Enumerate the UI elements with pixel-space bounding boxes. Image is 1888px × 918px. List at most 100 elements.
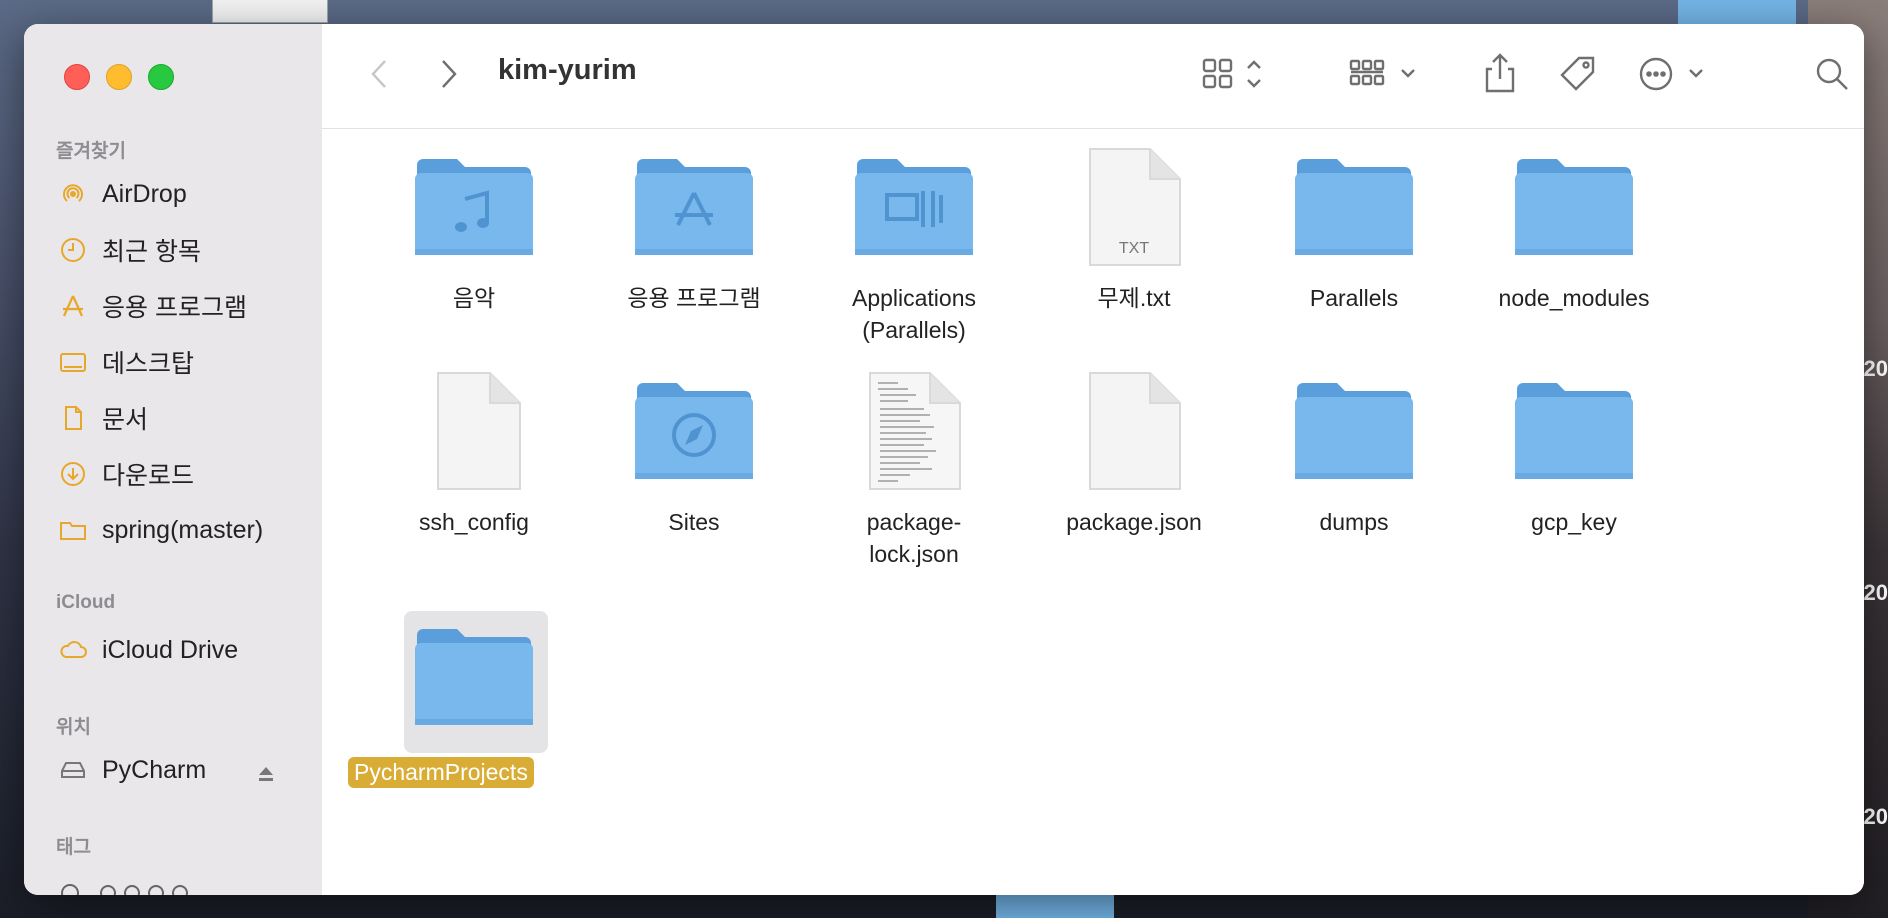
sidebar-section-tags: 태그 [56,837,91,858]
share-icon [1485,53,1515,93]
desktop-label: 20 [1863,804,1888,829]
zoom-button[interactable] [148,64,174,90]
file-ext: TXT [1119,240,1149,257]
file-name: 음악 [452,285,496,311]
file-name: package- lock.json [866,509,962,567]
folder-icon [1515,383,1633,479]
file-name: node_modules [1498,285,1650,311]
applications-icon [58,291,88,321]
sidebar-item-label: 응용 프로그램 [102,294,247,322]
sidebar-item-downloads[interactable]: 다운로드 [58,454,194,494]
search-icon [1816,58,1848,90]
sidebar-item-spring[interactable]: spring(master) [58,510,263,550]
music-folder-icon [415,159,533,255]
sidebar-section-favorites: 즐겨찾기 [56,141,126,162]
desktop-icon [58,347,88,377]
sidebar-item-recents[interactable]: 최근 항목 [58,230,201,270]
file-item-applications-parallels[interactable]: Applications (Parallels) [804,147,1024,347]
txt-file-icon: TXT [1089,148,1181,266]
document-icon [58,403,88,433]
tag-circles-icon [61,884,188,895]
file-name: dumps [1319,509,1389,535]
file-name: 무제.txt [1097,285,1171,311]
file-item-sites[interactable]: Sites [584,371,804,541]
file-name: gcp_key [1531,509,1617,535]
minimize-button[interactable] [106,64,132,90]
download-icon [58,459,88,489]
file-item-gcp-key[interactable]: gcp_key [1464,371,1684,541]
sidebar-item-documents[interactable]: 문서 [58,398,148,438]
file-icon [1089,372,1181,490]
drive-icon [58,755,88,785]
file-item-parallels[interactable]: Parallels [1244,147,1464,317]
more-button[interactable] [1634,52,1714,96]
desktop-label: 20 [1863,356,1888,381]
window-controls [64,64,174,90]
folder-icon [58,515,88,545]
sidebar: 즐겨찾기 AirDrop 최근 항목 응용 프로그램 데스크탑 문서 다운로드 … [24,24,323,895]
sidebar-item-applications[interactable]: 응용 프로그램 [58,286,247,326]
file-item-applications[interactable]: 응용 프로그램 [584,147,804,317]
desktop-folder-partial[interactable] [1678,0,1796,24]
file-item-music[interactable]: 음악 [364,147,584,317]
airdrop-icon [58,179,88,209]
desktop-folder-partial[interactable] [996,894,1114,918]
clock-icon [58,235,88,265]
sidebar-item-label: spring(master) [102,515,264,544]
file-name: Applications (Parallels) [851,285,977,343]
sidebar-section-locations: 위치 [56,717,91,738]
tag-icon [1560,56,1595,91]
file-item-node-modules[interactable]: node_modules [1464,147,1684,317]
sidebar-item-label: iCloud Drive [102,635,239,664]
file-item-package-lock-json[interactable]: package- lock.json [804,371,1024,571]
cloud-icon [58,635,88,665]
desktop-label: 20 [1863,580,1888,605]
eject-icon[interactable] [256,764,276,784]
more-icon [1639,57,1703,91]
file-item-untitled-txt[interactable]: TXT 무제.txt [1024,147,1244,317]
sidebar-item-label: AirDrop [102,179,187,208]
group-button[interactable] [1346,54,1426,94]
sidebar-item-label: PyCharm [102,755,207,784]
parallels-folder-icon [855,159,973,255]
file-item-dumps[interactable]: dumps [1244,371,1464,541]
file-item-package-json[interactable]: package.json [1024,371,1244,541]
folder-icon [1295,383,1413,479]
applications-folder-icon [635,159,753,255]
share-button[interactable] [1480,48,1520,98]
file-name: ssh_config [419,509,529,535]
view-mode-button[interactable] [1198,54,1272,94]
sidebar-item-icloud-drive[interactable]: iCloud Drive [58,630,238,670]
tag-button[interactable] [1556,52,1600,96]
file-name: Sites [668,509,720,535]
back-button[interactable] [362,52,398,96]
window-title: kim-yurim [498,54,637,86]
group-icon [1349,59,1415,86]
json-document-icon [869,372,961,490]
sidebar-item-tag-partial[interactable] [58,869,198,895]
icon-view-icon [1202,58,1261,89]
close-button[interactable] [64,64,90,90]
file-icon [437,372,521,490]
folder-icon [415,629,533,725]
sidebar-item-airdrop[interactable]: AirDrop [58,174,187,214]
sidebar-item-pycharm[interactable]: PyCharm [58,750,206,790]
desktop-thumbnail[interactable] [212,0,328,23]
toolbar: kim-yurim [322,24,1864,129]
file-name: package.json [1066,509,1202,535]
finder-window: 즐겨찾기 AirDrop 최근 항목 응용 프로그램 데스크탑 문서 다운로드 … [24,24,1864,895]
folder-icon [1515,159,1633,255]
file-grid: 음악 응용 프로그램 Applications (Parallels) TXT … [322,129,1864,895]
sidebar-item-label: 최근 항목 [102,238,201,266]
sidebar-item-label: 다운로드 [102,462,195,490]
sites-folder-icon [635,383,753,479]
forward-button[interactable] [430,52,466,96]
sidebar-item-label: 데스크탑 [102,350,195,378]
back-icon [371,60,386,88]
file-name-selected[interactable]: PycharmProjects [348,757,534,788]
sidebar-section-icloud: iCloud [56,592,116,613]
sidebar-item-label: 문서 [102,406,149,434]
search-button[interactable] [1812,54,1852,94]
file-item-ssh-config[interactable]: ssh_config [364,371,584,541]
sidebar-item-desktop[interactable]: 데스크탑 [58,342,194,382]
